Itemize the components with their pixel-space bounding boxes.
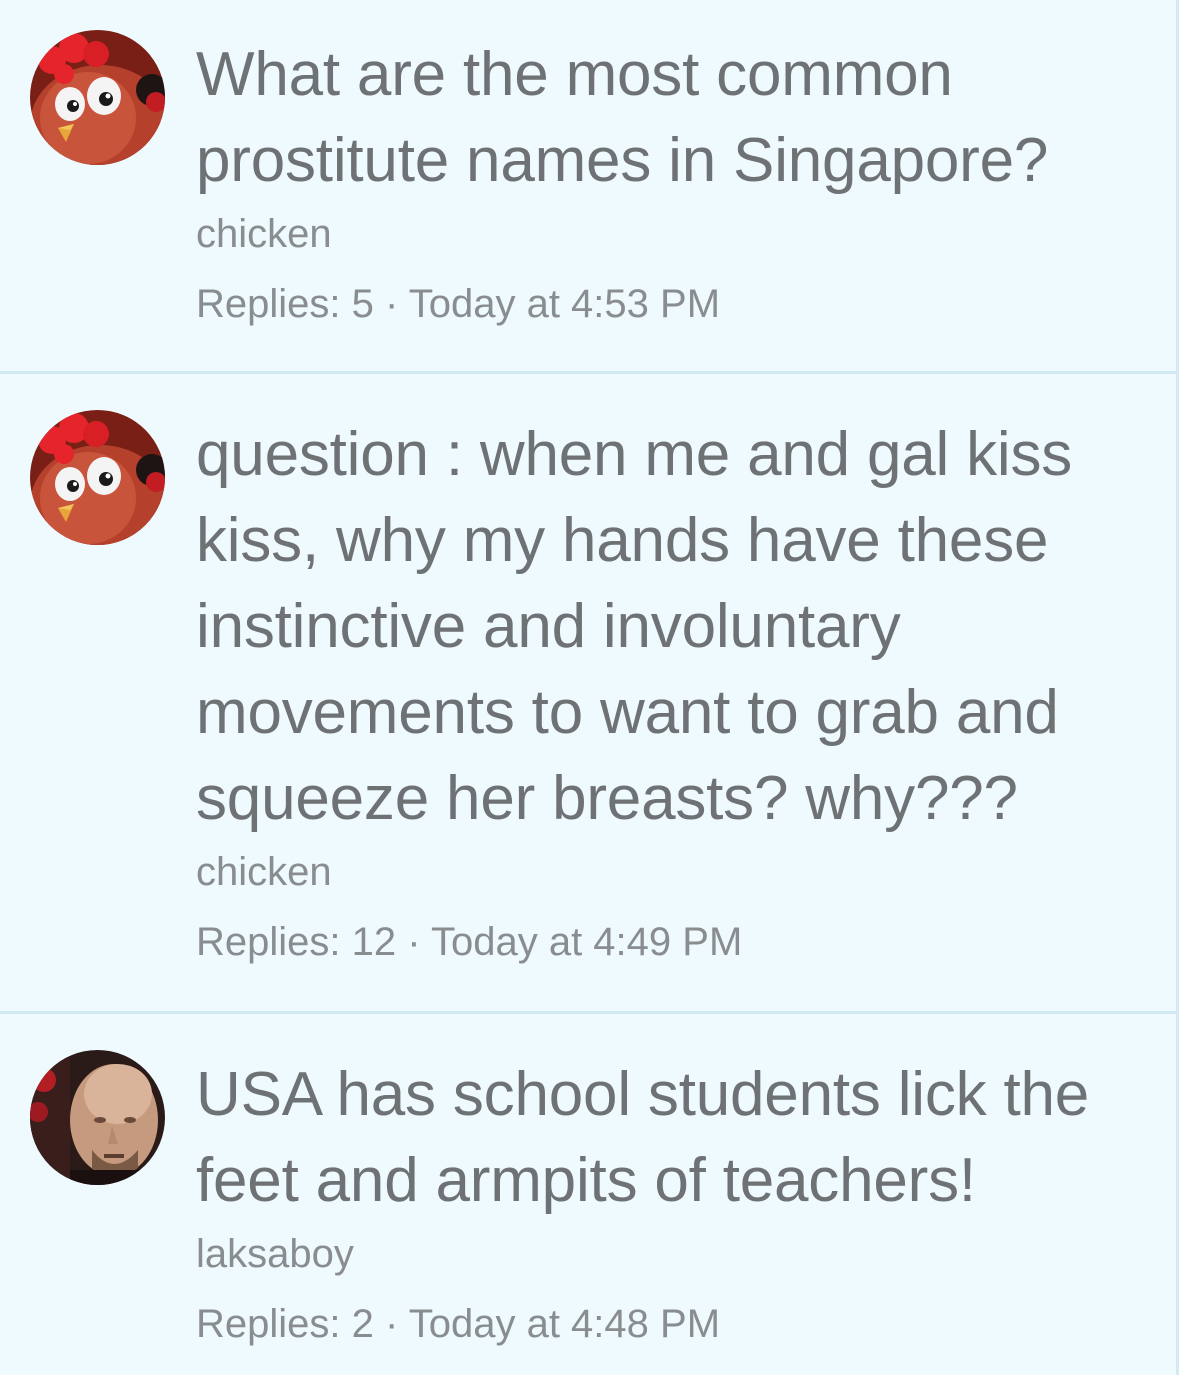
thread-meta: Replies: 2 · Today at 4:48 PM xyxy=(196,1300,1146,1348)
replies-label: Replies: xyxy=(196,1302,341,1346)
meta-separator: · xyxy=(385,282,399,326)
chicken-avatar-icon[interactable] xyxy=(30,30,165,165)
replies-count: 2 xyxy=(351,1302,374,1346)
thread-item[interactable]: question : when me and gal kiss kiss, wh… xyxy=(0,374,1176,1014)
bald-man-avatar-icon[interactable] xyxy=(30,1050,165,1185)
replies-count: 5 xyxy=(351,282,374,326)
thread-item[interactable]: What are the most common prostitute name… xyxy=(0,0,1176,374)
replies-label: Replies: xyxy=(196,920,341,964)
chicken-avatar-icon[interactable] xyxy=(30,410,165,545)
thread-time: Today at 4:48 PM xyxy=(408,1302,721,1346)
thread-title[interactable]: USA has school students lick the feet an… xyxy=(196,1052,1146,1224)
thread-item[interactable]: USA has school students lick the feet an… xyxy=(0,1014,1176,1375)
thread-author[interactable]: chicken xyxy=(196,210,1146,258)
thread-author[interactable]: laksaboy xyxy=(196,1230,1146,1278)
replies-count: 12 xyxy=(351,920,397,964)
meta-separator: · xyxy=(407,920,421,964)
replies-label: Replies: xyxy=(196,282,341,326)
thread-meta: Replies: 12 · Today at 4:49 PM xyxy=(196,918,1146,966)
thread-meta: Replies: 5 · Today at 4:53 PM xyxy=(196,280,1146,328)
thread-title[interactable]: What are the most common prostitute name… xyxy=(196,32,1146,204)
thread-list: What are the most common prostitute name… xyxy=(0,0,1176,1375)
thread-time: Today at 4:53 PM xyxy=(408,282,721,326)
thread-title[interactable]: question : when me and gal kiss kiss, wh… xyxy=(196,412,1146,842)
thread-time: Today at 4:49 PM xyxy=(430,920,743,964)
thread-author[interactable]: chicken xyxy=(196,848,1146,896)
meta-separator: · xyxy=(385,1302,399,1346)
